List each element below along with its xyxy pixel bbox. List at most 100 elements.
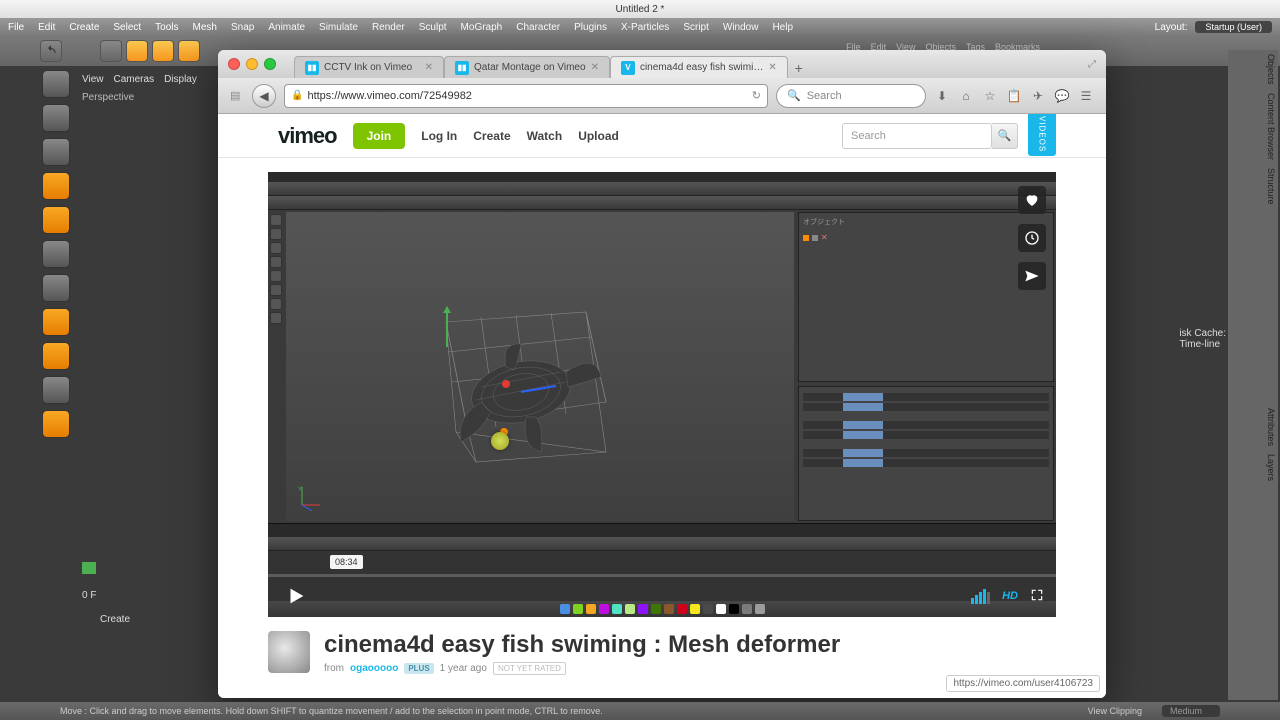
tool-workplane-icon[interactable]: [42, 410, 70, 438]
menu-sculpt[interactable]: Sculpt: [419, 22, 447, 33]
rotate-tool[interactable]: [178, 40, 200, 62]
tab-fish[interactable]: V cinema4d easy fish swimi… ✕: [610, 56, 788, 78]
chat-icon[interactable]: 💬: [1054, 88, 1070, 104]
browser-window: ▮▮ CCTV Ink on Vimeo ✕ ▮▮ Qatar Montage …: [218, 50, 1106, 698]
tab-structure[interactable]: Structure: [1230, 168, 1276, 205]
play-button[interactable]: [280, 580, 312, 612]
watch-later-icon[interactable]: [1018, 224, 1046, 252]
tool-edge-icon[interactable]: [42, 138, 70, 166]
vp-cameras[interactable]: Cameras: [114, 74, 155, 85]
view-clipping-label[interactable]: View Clipping: [1088, 706, 1142, 716]
avatar[interactable]: [268, 631, 310, 673]
menu-plugins[interactable]: Plugins: [574, 22, 607, 33]
nav-login[interactable]: Log In: [421, 129, 457, 143]
svg-text:Y: Y: [298, 487, 302, 493]
vimeo-logo[interactable]: vimeo: [278, 123, 337, 149]
move-tool[interactable]: [126, 40, 148, 62]
menu-script[interactable]: Script: [683, 22, 709, 33]
fullscreen-icon[interactable]: [1030, 588, 1044, 605]
menu-help[interactable]: Help: [772, 22, 793, 33]
tool-model-icon[interactable]: [42, 274, 70, 302]
video-metadata: cinema4d easy fish swiming : Mesh deform…: [268, 631, 1056, 675]
tool-edit-icon[interactable]: [42, 70, 70, 98]
share-icon[interactable]: [1018, 262, 1046, 290]
close-tab-icon[interactable]: ✕: [768, 62, 776, 73]
c4d-right-panels: オブジェクト ✕: [796, 210, 1056, 523]
search-box[interactable]: 🔍 Search: [776, 84, 926, 108]
close-icon[interactable]: [228, 58, 240, 70]
clipboard-icon[interactable]: 📋: [1006, 88, 1022, 104]
tab-cctv[interactable]: ▮▮ CCTV Ink on Vimeo ✕: [294, 56, 444, 78]
video-title: cinema4d easy fish swiming : Mesh deform…: [324, 631, 840, 659]
menu-window[interactable]: Window: [723, 22, 759, 33]
downloads-icon[interactable]: ⬇: [934, 88, 950, 104]
tool-l-icon[interactable]: [42, 308, 70, 336]
tool-point-icon[interactable]: [42, 104, 70, 132]
menu-character[interactable]: Character: [516, 22, 560, 33]
search-button[interactable]: 🔍: [992, 123, 1018, 149]
tab-layers[interactable]: Layers: [1230, 454, 1276, 481]
menu-snap[interactable]: Snap: [231, 22, 254, 33]
tab-qatar[interactable]: ▮▮ Qatar Montage on Vimeo ✕: [444, 56, 610, 78]
minimize-icon[interactable]: [246, 58, 258, 70]
address-bar[interactable]: 🔒 https://www.vimeo.com/72549982 ↻: [284, 84, 768, 108]
vimeo-header: vimeo Join Log In Create Watch Upload Se…: [218, 114, 1106, 158]
nav-watch[interactable]: Watch: [527, 129, 563, 143]
menu-create[interactable]: Create: [69, 22, 99, 33]
nav-upload[interactable]: Upload: [578, 129, 619, 143]
tool-texture-icon[interactable]: [42, 376, 70, 404]
disk-cache-label: isk Cache: Time-line: [1179, 328, 1226, 350]
menu-mesh[interactable]: Mesh: [193, 22, 217, 33]
tab-content-browser[interactable]: Content Browser: [1230, 93, 1276, 160]
volume-icon[interactable]: [971, 589, 990, 604]
tool-spline-icon[interactable]: [42, 206, 70, 234]
select-tool[interactable]: [100, 40, 122, 62]
star-icon[interactable]: ☆: [982, 88, 998, 104]
menu-xparticles[interactable]: X-Particles: [621, 22, 669, 33]
hd-badge[interactable]: HD: [1002, 590, 1018, 602]
video-player[interactable]: Y オブジェクト ✕: [268, 172, 1056, 617]
viewport-label: Perspective: [82, 92, 134, 103]
scale-tool[interactable]: [152, 40, 174, 62]
menu-render[interactable]: Render: [372, 22, 405, 33]
expand-icon[interactable]: ⤢: [1088, 59, 1096, 70]
menu-mograph[interactable]: MoGraph: [461, 22, 503, 33]
menu-select[interactable]: Select: [113, 22, 141, 33]
layout-dropdown[interactable]: Startup (User): [1195, 21, 1272, 33]
create-label[interactable]: Create: [100, 614, 130, 625]
nav-create[interactable]: Create: [473, 129, 510, 143]
videos-side-tab[interactable]: VIDEOS: [1028, 114, 1056, 156]
tool-poly-icon[interactable]: [42, 240, 70, 268]
close-tab-icon[interactable]: ✕: [591, 62, 599, 73]
vp-view[interactable]: View: [82, 74, 104, 85]
menu-animate[interactable]: Animate: [268, 22, 305, 33]
like-icon[interactable]: [1018, 186, 1046, 214]
menu-icon[interactable]: ☰: [1078, 88, 1094, 104]
vp-display[interactable]: Display: [164, 74, 197, 85]
home-icon[interactable]: ⌂: [958, 88, 974, 104]
tool-rotate-icon[interactable]: [42, 342, 70, 370]
join-button[interactable]: Join: [353, 123, 406, 149]
sidebar-icon[interactable]: ▤: [230, 89, 244, 102]
status-bar: Move : Click and drag to move elements. …: [0, 702, 1280, 720]
tool-cube-icon[interactable]: [42, 172, 70, 200]
reload-icon[interactable]: ↻: [752, 89, 761, 102]
menu-edit[interactable]: Edit: [38, 22, 55, 33]
send-icon[interactable]: ✈: [1030, 88, 1046, 104]
clipping-dropdown[interactable]: Medium: [1162, 705, 1220, 717]
undo-icon[interactable]: [40, 40, 62, 62]
menu-tools[interactable]: Tools: [155, 22, 178, 33]
vimeo-search-input[interactable]: Search: [842, 123, 992, 149]
close-tab-icon[interactable]: ✕: [425, 62, 433, 73]
rating-badge: NOT YET RATED: [493, 662, 566, 675]
tab-objects[interactable]: Objects: [1230, 54, 1276, 85]
new-tab-button[interactable]: +: [788, 58, 810, 78]
author-link[interactable]: ogaooooo: [350, 663, 398, 674]
browser-titlebar[interactable]: ▮▮ CCTV Ink on Vimeo ✕ ▮▮ Qatar Montage …: [218, 50, 1106, 78]
zoom-icon[interactable]: [264, 58, 276, 70]
menu-simulate[interactable]: Simulate: [319, 22, 358, 33]
back-button[interactable]: ◀: [252, 84, 276, 108]
tab-attributes[interactable]: Attributes: [1230, 408, 1276, 446]
from-label: from: [324, 663, 344, 674]
menu-file[interactable]: File: [8, 22, 24, 33]
